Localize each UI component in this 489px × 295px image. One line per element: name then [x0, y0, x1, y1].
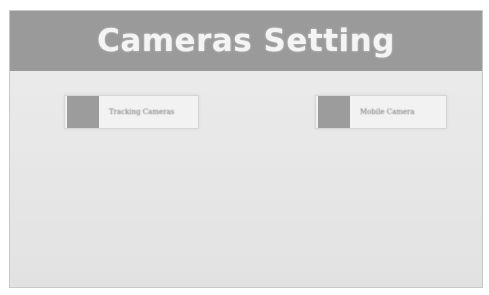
mobile-camera-option[interactable]: Mobile Camera: [315, 95, 447, 129]
mobile-camera-label: Mobile Camera: [360, 108, 415, 116]
tracking-cameras-option[interactable]: Tracking Cameras: [64, 95, 199, 129]
tracking-cameras-swatch[interactable]: [67, 96, 99, 128]
header-bar: Cameras Setting: [10, 11, 482, 71]
mobile-camera-swatch[interactable]: [318, 96, 350, 128]
cameras-setting-screen: Cameras Setting Tracking Cameras Mobile …: [9, 10, 483, 288]
page-title: Cameras Setting: [97, 23, 395, 59]
tracking-cameras-label: Tracking Cameras: [109, 108, 175, 116]
